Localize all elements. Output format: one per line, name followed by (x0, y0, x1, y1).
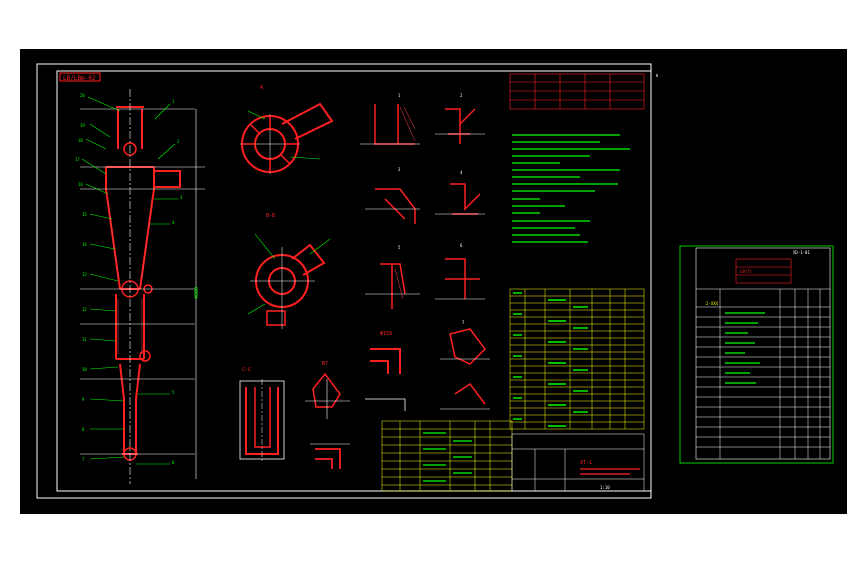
title-block-a-name: XT-1 (580, 460, 592, 466)
svg-text:11: 11 (82, 337, 87, 342)
section-bb-title: B-B (266, 213, 275, 219)
svg-text:B7: B7 (322, 361, 328, 367)
overall-dim-text: 4800 (194, 287, 200, 299)
sheet-b-block-label: 2-XXX (706, 301, 719, 306)
cad-viewport[interactable]: LB/LBm-02 4800 20 19 18 17 16 15 14 13 1… (20, 49, 847, 514)
svg-text:12: 12 (82, 307, 87, 312)
sheet-b-subtitle: LB(T) (740, 269, 752, 274)
svg-text:10: 10 (82, 367, 87, 372)
flange-label: Φ159 (380, 331, 392, 337)
bom-table (509, 288, 645, 430)
svg-text:13: 13 (82, 272, 87, 277)
canvas-bg (20, 49, 847, 514)
svg-text:16: 16 (78, 182, 83, 187)
drawing-no-tag: LB/LBm-02 (63, 75, 96, 82)
svg-text:20: 20 (80, 93, 85, 98)
sheet-b-title-no: XD-1-01 (793, 250, 810, 255)
svg-text:14: 14 (82, 242, 87, 247)
cad-drawing-canvas: LB/LBm-02 4800 201918 171615 141312 1110… (20, 49, 847, 514)
title-block-a-scale: 1:10 (600, 485, 610, 490)
section-a-title: A (260, 85, 263, 91)
svg-text:19: 19 (80, 123, 85, 128)
svg-text:15: 15 (82, 212, 87, 217)
section-cc-title: C-C (242, 367, 251, 373)
svg-text:18: 18 (78, 138, 83, 143)
svg-text:17: 17 (75, 157, 80, 162)
